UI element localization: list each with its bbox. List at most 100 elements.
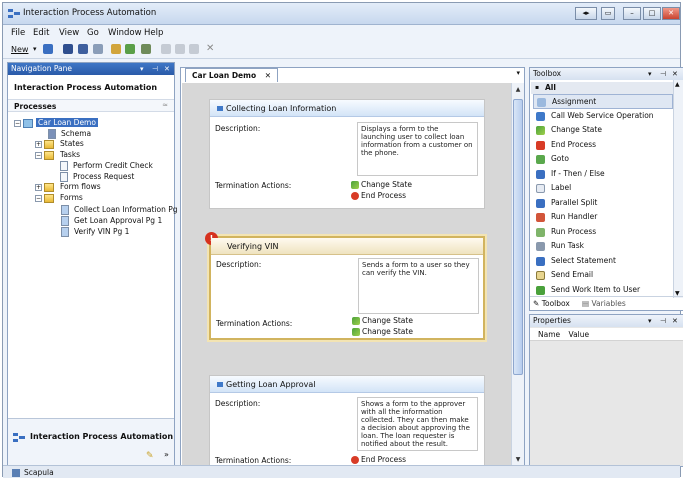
menu-file[interactable]: File [11, 28, 25, 38]
publish-icon[interactable] [141, 44, 151, 54]
pane-dropdown-icon[interactable]: ▾ [648, 68, 652, 80]
pane-close-icon[interactable]: ✕ [164, 63, 170, 75]
navigate-icon[interactable] [43, 44, 53, 54]
action-change-state[interactable]: Change State [352, 327, 413, 336]
state-title: Collecting Loan Information [226, 104, 337, 113]
minimize-button[interactable]: – [623, 7, 641, 20]
toolbox-item-call-web-service[interactable]: Call Web Service Operation [533, 109, 673, 124]
toolbox-item-goto[interactable]: Goto [533, 152, 673, 167]
nav-arrows-icon[interactable]: ◂▸ [575, 7, 597, 20]
collapse-icon[interactable]: ≈ [162, 101, 168, 109]
toolbox-title: Toolbox [533, 69, 562, 78]
column-value[interactable]: Value [569, 330, 590, 339]
state-card[interactable]: Collecting Loan Information Description:… [209, 99, 485, 209]
designer-canvas: Collecting Loan Information Description:… [182, 83, 512, 467]
tab-toolbox[interactable]: ✎ Toolbox [533, 297, 570, 310]
overflow-icon[interactable]: » [164, 450, 169, 459]
navigation-pane-title: Navigation Pane [11, 64, 72, 73]
pane-close-icon[interactable]: ✕ [672, 315, 678, 327]
tree-item-tasks[interactable]: Tasks [60, 150, 80, 159]
toolbox-item-send-work-item[interactable]: Send Work Item to User [533, 283, 673, 298]
scrollbar-thumb[interactable] [513, 99, 523, 375]
cut-icon[interactable] [161, 44, 171, 54]
menu-go[interactable]: Go [87, 28, 99, 38]
save-all-icon[interactable] [78, 44, 88, 54]
scroll-down-icon[interactable]: ▼ [513, 455, 523, 465]
check-in-icon[interactable] [111, 44, 121, 54]
toolbox-item-run-process[interactable]: Run Process [533, 225, 673, 240]
scroll-up-icon[interactable]: ▲ [675, 81, 680, 88]
menu-edit[interactable]: Edit [33, 28, 49, 38]
column-name[interactable]: Name [538, 330, 560, 339]
tab-list-dropdown-icon[interactable]: ▾ [516, 69, 520, 77]
pin-icon[interactable]: ⊣ [660, 315, 666, 327]
description-label: Description: [216, 260, 262, 269]
toolbox-item-run-task[interactable]: Run Task [533, 239, 673, 254]
expander-icon[interactable]: + [35, 184, 42, 191]
toolbox-scrollbar[interactable]: ▲ ▼ [673, 80, 683, 298]
pin-icon[interactable]: ⊣ [152, 63, 158, 75]
toolbox-item-if-then-else[interactable]: If - Then / Else [533, 167, 673, 182]
expander-icon[interactable]: − [14, 120, 21, 127]
check-out-icon[interactable] [125, 44, 135, 54]
tab-car-loan-demo[interactable]: Car Loan Demo ✕ [185, 68, 279, 82]
expander-icon[interactable]: − [35, 195, 42, 202]
pane-dropdown-icon[interactable]: ▾ [140, 63, 144, 75]
action-change-state[interactable]: Change State [351, 180, 412, 189]
menu-window[interactable]: Window [108, 28, 142, 38]
copy-icon[interactable] [175, 44, 185, 54]
configure-icon[interactable]: ✎ [146, 451, 154, 461]
new-button[interactable]: New [11, 45, 28, 54]
paste-icon[interactable] [189, 44, 199, 54]
toolbox-item-label[interactable]: Label [533, 181, 673, 196]
processes-label: Processes [14, 102, 57, 111]
state-card-selected[interactable]: ! Verifying VIN Description: Sends a for… [205, 232, 485, 340]
delete-icon[interactable]: ✕ [206, 43, 214, 54]
tab-close-icon[interactable]: ✕ [265, 71, 271, 80]
new-dropdown-icon[interactable]: ▾ [33, 45, 37, 53]
toolbox-category-all[interactable]: ▪ All [531, 82, 673, 94]
toolbox-item-change-state[interactable]: Change State [533, 123, 673, 138]
expander-icon[interactable]: + [35, 141, 42, 148]
action-end-process[interactable]: End Process [351, 191, 406, 200]
toolbox-item-run-handler[interactable]: Run Handler [533, 210, 673, 225]
tree-item-states[interactable]: States [60, 139, 84, 148]
toolbox-item-end-process[interactable]: End Process [533, 138, 673, 153]
item-label: Change State [551, 125, 602, 134]
toolbox-item-send-email[interactable]: Send Email [533, 268, 673, 283]
properties-header: Properties ▾ ⊣ ✕ [530, 315, 683, 327]
tree-item-perform-credit-check[interactable]: Perform Credit Check [73, 161, 153, 170]
vertical-scrollbar[interactable]: ▲ ▼ [511, 83, 524, 467]
tree-item-form-approval[interactable]: Get Loan Approval Pg 1 [74, 216, 162, 225]
action-change-state[interactable]: Change State [352, 316, 413, 325]
tree-item-car-loan-demo[interactable]: Car Loan Demo [36, 118, 98, 127]
tree-item-form-collect[interactable]: Collect Loan Information Pg 1 [74, 205, 185, 214]
footer-app-button[interactable]: Interaction Process Automation [30, 432, 173, 441]
tree-item-form-flows[interactable]: Form flows [60, 182, 101, 191]
toolbox-item-parallel-split[interactable]: Parallel Split [533, 196, 673, 211]
pane-dropdown-icon[interactable]: ▾ [648, 315, 652, 327]
close-button[interactable]: ✕ [662, 7, 680, 20]
pane-close-icon[interactable]: ✕ [672, 68, 678, 80]
tab-variables[interactable]: ▤ Variables [582, 297, 626, 310]
collapse-icon[interactable]: ▪ [535, 82, 539, 94]
toolbox-item-assignment[interactable]: Assignment [533, 94, 673, 109]
assignment-icon [537, 98, 546, 107]
action-end-process[interactable]: End Process [351, 455, 406, 464]
print-icon[interactable] [93, 44, 103, 54]
panel-icon[interactable]: ▭ [601, 7, 615, 20]
toolbox-item-select-statement[interactable]: Select Statement [533, 254, 673, 269]
maximize-button[interactable]: □ [643, 7, 661, 20]
menu-help[interactable]: Help [144, 28, 163, 38]
pin-icon[interactable]: ⊣ [660, 68, 666, 80]
state-card[interactable]: Getting Loan Approval Description: Shows… [209, 375, 485, 467]
tree-item-form-vin[interactable]: Verify VIN Pg 1 [74, 227, 129, 236]
tree-item-process-request[interactable]: Process Request [73, 172, 134, 181]
scroll-up-icon[interactable]: ▲ [513, 85, 523, 95]
save-icon[interactable] [63, 44, 73, 54]
expander-icon[interactable]: − [35, 152, 42, 159]
menu-view[interactable]: View [59, 28, 79, 38]
end-process-icon [351, 192, 359, 200]
tree-item-schema[interactable]: Schema [61, 129, 91, 138]
tree-item-forms[interactable]: Forms [60, 193, 83, 202]
